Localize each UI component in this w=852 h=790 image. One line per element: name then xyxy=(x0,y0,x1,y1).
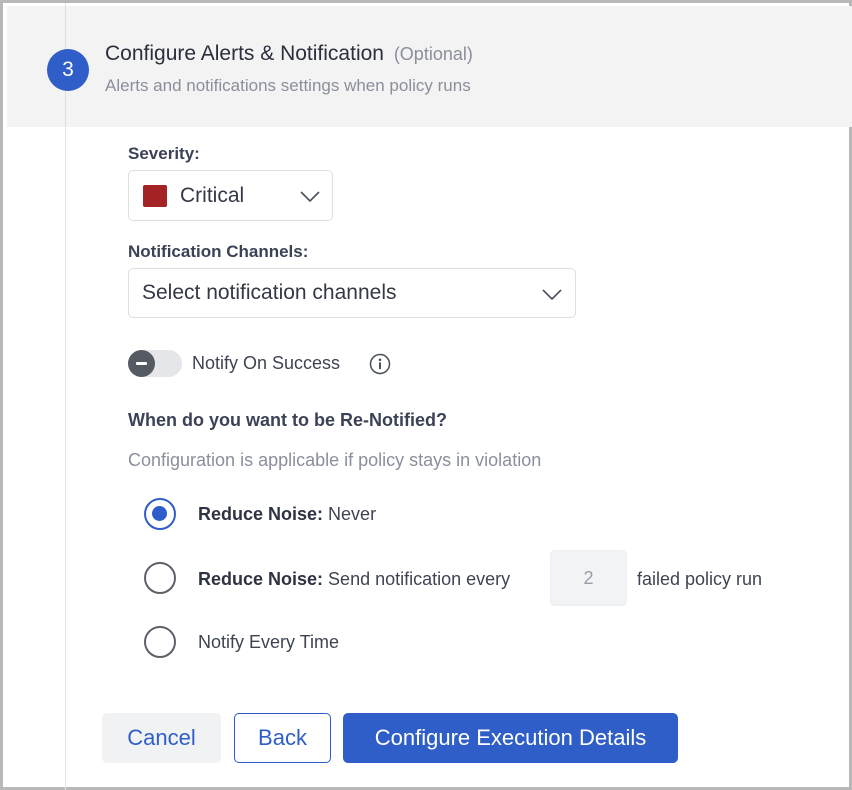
radio-reduce-noise-every[interactable] xyxy=(144,562,176,594)
failed-runs-count-input[interactable]: 2 xyxy=(550,550,627,606)
chevron-down-icon xyxy=(542,289,562,301)
step-title: Configure Alerts & Notification (Optiona… xyxy=(105,42,473,66)
panel-frame: 3 Configure Alerts & Notification (Optio… xyxy=(0,0,852,790)
severity-color-swatch xyxy=(143,184,167,207)
notification-channels-placeholder: Select notification channels xyxy=(142,281,397,304)
optional-tag: (Optional) xyxy=(393,44,473,64)
option-notify-every-time-label: Notify Every Time xyxy=(198,632,340,652)
step-header: 3 Configure Alerts & Notification (Optio… xyxy=(7,6,852,127)
notification-channels-label: Notification Channels: xyxy=(128,242,309,261)
step-number-badge: 3 xyxy=(47,49,89,91)
severity-select[interactable]: Critical xyxy=(128,170,333,221)
option-text: Never xyxy=(323,504,377,524)
renotify-question: When do you want to be Re-Notified? xyxy=(128,410,447,430)
back-button[interactable]: Back xyxy=(234,713,331,763)
option-bold-label: Reduce Noise: xyxy=(198,504,324,524)
severity-label: Severity: xyxy=(128,144,200,163)
option-reduce-noise-never-label: Reduce Noise: Never xyxy=(198,504,376,525)
severity-selected-value: Critical xyxy=(180,183,245,207)
renotify-hint: Configuration is applicable if policy st… xyxy=(128,450,542,470)
notify-on-success-toggle[interactable] xyxy=(128,350,182,377)
option-bold-label: Reduce Noise: xyxy=(198,569,324,589)
toggle-knob xyxy=(128,350,155,377)
step-subtitle: Alerts and notifications settings when p… xyxy=(105,76,471,95)
radio-notify-every-time[interactable] xyxy=(144,626,176,658)
notification-channels-select[interactable]: Select notification channels xyxy=(128,268,576,318)
failed-policy-run-suffix: failed policy run xyxy=(637,569,763,589)
chevron-down-icon xyxy=(300,191,320,203)
radio-reduce-noise-never[interactable] xyxy=(144,498,176,530)
info-icon[interactable] xyxy=(369,353,391,375)
configure-execution-details-button[interactable]: Configure Execution Details xyxy=(343,713,678,763)
notify-on-success-label: Notify On Success xyxy=(192,353,341,373)
option-text: Send notification every xyxy=(323,569,511,589)
cancel-button[interactable]: Cancel xyxy=(102,713,221,763)
option-reduce-noise-every-label: Reduce Noise: Send notification every xyxy=(198,569,510,590)
step-title-text: Configure Alerts & Notification xyxy=(105,42,384,65)
